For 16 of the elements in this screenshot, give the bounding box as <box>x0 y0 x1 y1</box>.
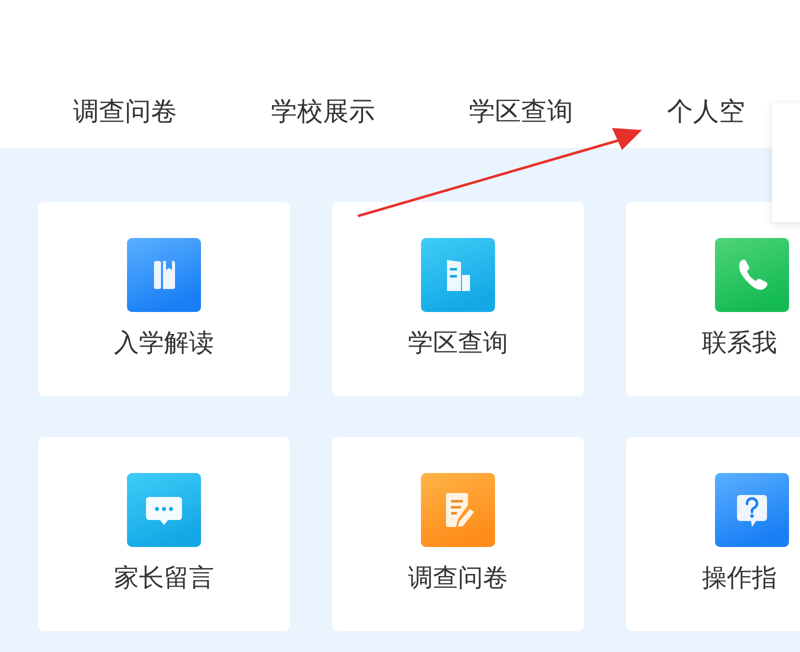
form-icon <box>421 473 495 547</box>
building-icon <box>421 238 495 312</box>
nav-tab[interactable]: 个人空 <box>667 92 771 148</box>
menu-card[interactable]: 学区查询 <box>332 202 584 396</box>
phone-icon <box>715 238 789 312</box>
menu-card[interactable]: 联系我 <box>626 202 800 396</box>
menu-card[interactable]: 入学解读 <box>38 202 290 396</box>
nav-tab[interactable]: 学区查询 <box>469 92 573 148</box>
menu-card[interactable]: 调查问卷 <box>332 437 584 631</box>
menu-card[interactable]: 操作指 <box>626 437 800 631</box>
menu-card[interactable]: 家长留言 <box>38 437 290 631</box>
help-icon <box>715 473 789 547</box>
nav-tab[interactable]: 学校展示 <box>271 92 375 148</box>
nav-tab[interactable]: 调查问卷 <box>73 92 177 148</box>
book-icon <box>127 238 201 312</box>
message-icon <box>127 473 201 547</box>
